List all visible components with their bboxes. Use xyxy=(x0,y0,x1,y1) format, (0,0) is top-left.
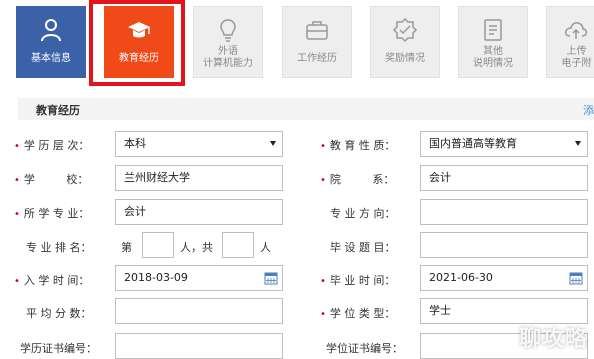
label-text: 院 系： xyxy=(329,173,395,186)
required-mark: • xyxy=(14,141,20,152)
tab-label-line2: 计算机能力 xyxy=(203,58,253,69)
tab-label-line1: 外语 xyxy=(218,46,238,57)
calendar-icon[interactable] xyxy=(569,271,583,285)
tab-label: 工作经历 xyxy=(297,53,337,64)
required-mark: • xyxy=(14,276,20,287)
edu-nature-label: • 教 育 性 质： xyxy=(320,137,395,153)
add-link[interactable]: 添 xyxy=(583,102,594,118)
diploma-no-input[interactable] xyxy=(115,333,283,359)
chevron-down-icon xyxy=(575,141,581,146)
major-rank-label: 专 业 排 名： xyxy=(26,241,92,254)
lightbulb-icon xyxy=(220,19,236,42)
chevron-down-icon xyxy=(270,141,276,146)
tab-label: 奖励情况 xyxy=(385,53,425,64)
tab-label: 基本信息 xyxy=(31,53,71,64)
input-value: 2018-03-09 xyxy=(124,271,188,284)
watermark: 聊攻略 xyxy=(518,327,588,352)
tab-label-line2: 电子附 xyxy=(561,58,592,69)
rank-position-input[interactable] xyxy=(142,232,174,258)
section-header: 教育经历 添 xyxy=(18,98,594,120)
user-icon xyxy=(41,19,61,42)
grad-date-input[interactable]: 2021-06-30 xyxy=(420,265,588,291)
cloud-upload-icon xyxy=(564,22,587,39)
step-tabs: 基本信息 教育经历 外语 计算机能力 工作经历 奖励情况 其他 说明情况 上传 … xyxy=(0,0,594,90)
briefcase-icon xyxy=(306,21,328,40)
calendar-icon[interactable] xyxy=(264,271,278,285)
diploma-no-label: 学历证书编号： xyxy=(20,342,97,355)
label-text: 教 育 性 质： xyxy=(329,139,396,152)
select-value: 国内普通高等教育 xyxy=(429,137,517,150)
required-mark: • xyxy=(320,141,326,152)
major-direction-label: 专 业 方 向： xyxy=(330,207,396,220)
gpa-label: 平 均 分 数： xyxy=(26,307,92,320)
tab-label: 上传 电子附 xyxy=(562,46,592,70)
document-icon xyxy=(484,19,502,41)
thesis-title-input[interactable] xyxy=(420,232,588,258)
award-icon xyxy=(392,17,418,43)
edu-nature-select[interactable]: 国内普通高等教育 xyxy=(420,131,588,157)
input-value: 会计 xyxy=(124,205,146,218)
tab-label-line1: 上传 xyxy=(566,46,587,57)
degree-type-label: • 学 位 类 型： xyxy=(320,305,395,321)
tab-basic-info[interactable]: 基本信息 xyxy=(16,6,86,78)
input-value: 学士 xyxy=(429,304,451,317)
required-mark: • xyxy=(320,309,326,320)
tab-label: 外语 计算机能力 xyxy=(203,46,253,70)
school-input[interactable]: 兰州财经大学 xyxy=(115,165,283,191)
label-text: 所 学 专 业： xyxy=(23,207,90,220)
required-mark: • xyxy=(14,175,20,186)
gpa-input[interactable] xyxy=(115,298,283,324)
enroll-date-label: • 入 学 时 间： xyxy=(14,272,89,288)
tab-awards[interactable]: 奖励情况 xyxy=(370,6,440,78)
input-value: 2021-06-30 xyxy=(429,271,493,284)
required-mark: • xyxy=(320,276,326,287)
school-label: • 学 校： xyxy=(14,171,88,187)
degree-cert-no-label: 学位证书编号： xyxy=(326,342,403,355)
enroll-date-input[interactable]: 2018-03-09 xyxy=(115,265,283,291)
major-direction-input[interactable] xyxy=(420,199,588,225)
label-text: 学 位 类 型： xyxy=(329,307,396,320)
rank-middle: 人，共 xyxy=(180,241,213,254)
highlight-frame xyxy=(89,0,185,86)
label-text: 毕 业 时 间： xyxy=(329,274,396,287)
input-value: 兰州财经大学 xyxy=(124,171,190,184)
tab-language-computer[interactable]: 外语 计算机能力 xyxy=(193,6,263,78)
thesis-title-label: 毕 设 题 目： xyxy=(330,241,396,254)
major-input[interactable]: 会计 xyxy=(115,199,283,225)
grad-date-label: • 毕 业 时 间： xyxy=(320,272,395,288)
select-value: 本科 xyxy=(124,137,146,150)
rank-total-input[interactable] xyxy=(222,232,254,258)
label-text: 学 历 层 次： xyxy=(23,139,90,152)
section-title: 教育经历 xyxy=(36,104,80,117)
label-text: 学 校： xyxy=(23,173,89,186)
department-label: • 院 系： xyxy=(320,171,394,187)
required-mark: • xyxy=(320,175,326,186)
degree-level-select[interactable]: 本科 xyxy=(115,131,283,157)
input-value: 会计 xyxy=(429,171,451,184)
rank-suffix: 人 xyxy=(260,241,271,254)
tab-work-experience[interactable]: 工作经历 xyxy=(282,6,352,78)
department-input[interactable]: 会计 xyxy=(420,165,588,191)
tab-label-line2: 说明情况 xyxy=(473,58,513,69)
degree-level-label: • 学 历 层 次： xyxy=(14,137,89,153)
tab-label: 其他 说明情况 xyxy=(473,46,513,70)
rank-prefix: 第 xyxy=(121,241,132,254)
major-label: • 所 学 专 业： xyxy=(14,205,89,221)
label-text: 入 学 时 间： xyxy=(23,274,90,287)
tab-other[interactable]: 其他 说明情况 xyxy=(458,6,528,78)
tab-label-line1: 其他 xyxy=(483,46,503,57)
tab-upload[interactable]: 上传 电子附 xyxy=(546,6,594,78)
required-mark: • xyxy=(14,209,20,220)
